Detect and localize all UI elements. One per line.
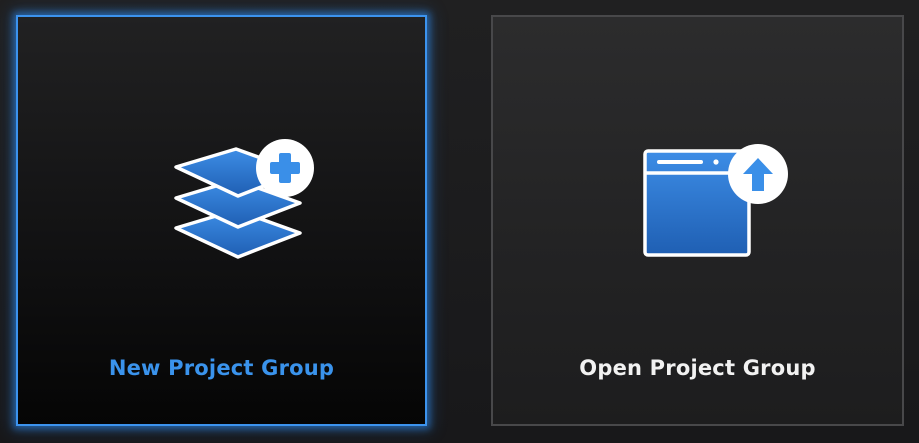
open-project-group-label: Open Project Group	[579, 356, 816, 380]
project-group-chooser: New Project Group Open Project Group	[0, 0, 919, 443]
new-project-group-label: New Project Group	[108, 356, 335, 380]
new-project-group-card[interactable]: New Project Group	[16, 15, 427, 426]
open-project-group-card[interactable]: Open Project Group	[491, 15, 904, 426]
stacked-layers-plus-icon	[174, 139, 314, 259]
window-upload-icon	[643, 144, 788, 257]
